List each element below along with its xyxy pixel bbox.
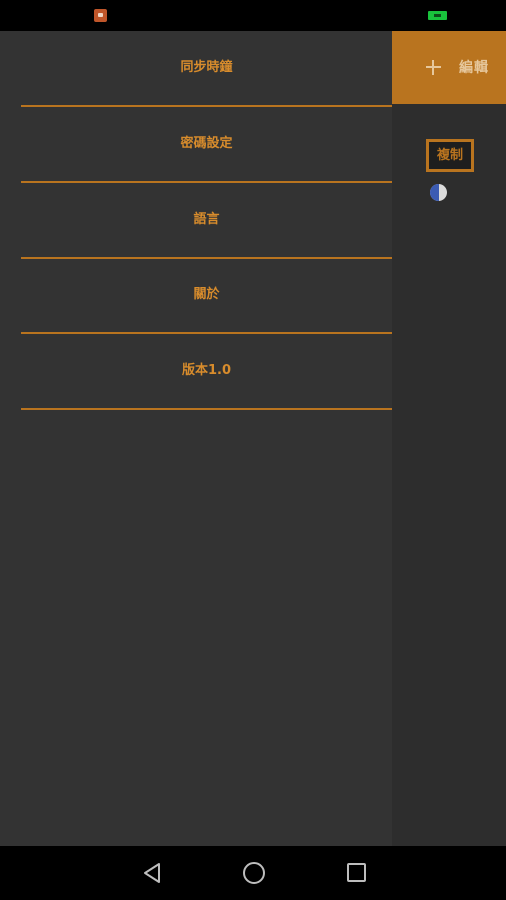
top-action-bar: 編輯 (392, 31, 506, 104)
menu-item-version[interactable]: 版本1.0 (21, 334, 392, 410)
menu-item-label: 同步時鐘 (180, 60, 233, 75)
copy-button[interactable]: 複制 (426, 139, 474, 172)
plus-icon[interactable] (426, 60, 441, 75)
navigation-drawer: 同步時鐘 密碼設定 語言 關於 版本1.0 (0, 31, 392, 846)
menu-item-label: 語言 (193, 212, 220, 227)
app-notification-icon (94, 9, 107, 22)
back-triangle-icon[interactable] (142, 862, 162, 884)
status-bar (0, 0, 506, 31)
recents-square-icon[interactable] (347, 863, 366, 882)
menu-item-label: 關於 (193, 287, 220, 302)
menu-item-password-settings[interactable]: 密碼設定 (21, 107, 392, 183)
main-content: 編輯 複制 (392, 31, 506, 846)
menu-item-sync-clock[interactable]: 同步時鐘 (21, 31, 392, 107)
menu-item-language[interactable]: 語言 (21, 183, 392, 259)
menu-item-label: 版本1.0 (181, 363, 232, 378)
moon-phase-icon[interactable] (430, 184, 447, 201)
system-navigation-bar (0, 846, 506, 900)
menu-item-about[interactable]: 關於 (21, 258, 392, 334)
home-circle-icon[interactable] (243, 862, 265, 884)
menu-item-label: 密碼設定 (180, 136, 233, 151)
battery-charging-icon (428, 11, 447, 20)
edit-button[interactable]: 編輯 (459, 57, 489, 77)
